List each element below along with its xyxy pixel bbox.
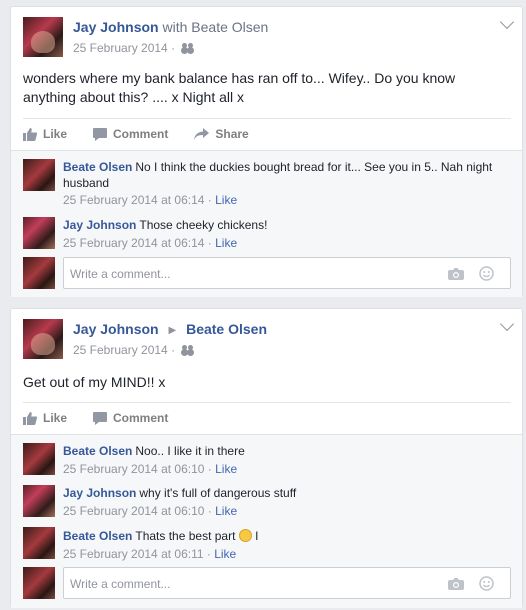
post-text: Get out of my MIND!! x <box>23 374 166 390</box>
comment-label: Comment <box>113 411 169 425</box>
comment-time-link[interactable]: 25 February 2014 at 06:14 · <box>63 193 212 207</box>
write-comment-row: Write a comment... <box>23 257 523 289</box>
comment-item: Beate Olsen Thats the best part I 25 Febr… <box>23 527 503 561</box>
post-header: Jay Johnson with Beate Olsen 25 February… <box>23 17 513 59</box>
camera-icon[interactable] <box>448 267 464 280</box>
smiley-icon[interactable] <box>479 266 494 281</box>
comment-text: why it's full of dangerous stuff <box>139 486 297 500</box>
post-date-link[interactable]: 25 February 2014 · <box>73 343 175 357</box>
like-label: Like <box>43 127 68 141</box>
author-name-link[interactable]: Jay Johnson <box>73 19 159 35</box>
share-button[interactable]: Share <box>194 119 249 149</box>
write-comment-row: Write a comment... <box>23 567 523 599</box>
comment-time-link[interactable]: 25 February 2014 at 06:10 · <box>63 504 212 518</box>
comment-body: Beate Olsen No I think the duckies bought… <box>63 159 503 208</box>
avatar[interactable] <box>23 217 55 249</box>
share-icon <box>194 128 210 140</box>
tagged-name-link[interactable]: Beate Olsen <box>191 19 268 35</box>
author-line: Jay Johnson with Beate Olsen <box>73 19 268 35</box>
comment-text: Thats the best part <box>135 529 236 543</box>
post-card: Jay Johnson ▶ Beate Olsen 25 February 20… <box>10 308 523 608</box>
like-label: Like <box>43 411 68 425</box>
avatar[interactable] <box>23 443 55 475</box>
comment-meta: 25 February 2014 at 06:10 · Like <box>63 503 503 519</box>
comment-button[interactable]: Comment <box>93 119 168 149</box>
comment-meta: 25 February 2014 at 06:10 · Like <box>63 461 503 477</box>
avatar <box>23 567 55 599</box>
post-options-button[interactable] <box>496 13 518 35</box>
post-header: Jay Johnson ▶ Beate Olsen 25 February 20… <box>23 319 513 361</box>
post-meta: 25 February 2014 · <box>73 343 194 357</box>
comment-item: Beate Olsen Noo.. I like it in there 25 F… <box>23 443 503 477</box>
comments-section: Beate Olsen No I think the duckies bought… <box>11 150 522 297</box>
comment-icon <box>93 411 108 425</box>
comment-text: Noo.. I like it in there <box>135 444 245 458</box>
comment-like-link[interactable]: Like <box>215 462 237 476</box>
avatar[interactable] <box>23 319 63 359</box>
thumb-up-icon <box>23 127 37 141</box>
write-comment-placeholder: Write a comment... <box>70 267 171 281</box>
with-word: with <box>162 19 188 35</box>
comment-time-link[interactable]: 25 February 2014 at 06:11 · <box>63 547 211 561</box>
comment-meta: 25 February 2014 at 06:11 · Like <box>63 546 503 562</box>
like-button[interactable]: Like <box>23 119 67 149</box>
comment-author-link[interactable]: Beate Olsen <box>63 444 132 458</box>
avatar[interactable] <box>23 17 63 57</box>
comment-author-link[interactable]: Jay Johnson <box>63 218 136 232</box>
smiley-icon[interactable] <box>479 576 494 591</box>
comment-time-link[interactable]: 25 February 2014 at 06:14 · <box>63 236 212 250</box>
avatar[interactable] <box>23 485 55 517</box>
post-meta: 25 February 2014 · <box>73 41 194 55</box>
avatar <box>23 257 55 289</box>
post-options-button[interactable] <box>496 315 518 337</box>
friends-icon[interactable] <box>182 345 194 355</box>
comment-meta: 25 February 2014 at 06:14 · Like <box>63 235 503 251</box>
comment-body: Jay Johnson Those cheeky chickens! 25 Feb… <box>63 217 503 251</box>
comment-time-link[interactable]: 25 February 2014 at 06:10 · <box>63 462 212 476</box>
like-button[interactable]: Like <box>23 403 67 433</box>
chevron-down-icon <box>499 316 515 332</box>
target-name-link[interactable]: Beate Olsen <box>186 321 267 337</box>
play-arrow-icon: ▶ <box>168 325 177 336</box>
comment-body: Beate Olsen Thats the best part I 25 Febr… <box>63 527 503 562</box>
emoji-icon <box>238 529 252 542</box>
post-card: Jay Johnson with Beate Olsen 25 February… <box>10 6 523 297</box>
comment-label: Comment <box>113 127 169 141</box>
comment-like-link[interactable]: Like <box>215 193 237 207</box>
comment-icon <box>93 127 108 141</box>
thumb-up-icon <box>23 411 37 425</box>
comment-text: Those cheeky chickens! <box>139 218 268 232</box>
share-label: Share <box>215 127 249 141</box>
comment-item: Jay Johnson why it's full of dangerous st… <box>23 485 503 519</box>
post-text: wonders where my bank balance has ran of… <box>23 70 456 105</box>
comments-section: Beate Olsen Noo.. I like it in there 25 F… <box>11 434 522 608</box>
write-comment-input[interactable]: Write a comment... <box>63 567 511 599</box>
action-bar: Like Comment Share <box>23 119 275 149</box>
comment-button[interactable]: Comment <box>93 403 168 433</box>
comment-item: Beate Olsen No I think the duckies bought… <box>23 159 503 208</box>
camera-icon[interactable] <box>448 577 464 590</box>
comment-author-link[interactable]: Beate Olsen <box>63 529 132 543</box>
post-date-link[interactable]: 25 February 2014 · <box>73 41 175 55</box>
comment-item: Jay Johnson Those cheeky chickens! 25 Feb… <box>23 217 503 251</box>
author-name-link[interactable]: Jay Johnson <box>73 321 159 337</box>
author-line: Jay Johnson ▶ Beate Olsen <box>73 321 267 337</box>
action-bar: Like Comment <box>23 403 194 433</box>
comment-author-link[interactable]: Beate Olsen <box>63 160 132 174</box>
avatar[interactable] <box>23 527 55 559</box>
comment-body: Jay Johnson why it's full of dangerous st… <box>63 485 503 519</box>
write-comment-input[interactable]: Write a comment... <box>63 257 511 289</box>
comment-like-link[interactable]: Like <box>215 236 237 250</box>
comment-text-after-emoji: I <box>255 529 259 543</box>
avatar[interactable] <box>23 159 55 191</box>
comment-like-link[interactable]: Like <box>215 504 237 518</box>
comment-author-link[interactable]: Jay Johnson <box>63 486 136 500</box>
comment-body: Beate Olsen Noo.. I like it in there 25 F… <box>63 443 503 477</box>
friends-icon[interactable] <box>182 43 194 53</box>
comment-like-link[interactable]: Like <box>214 547 236 561</box>
comment-meta: 25 February 2014 at 06:14 · Like <box>63 192 503 208</box>
chevron-down-icon <box>499 14 515 30</box>
write-comment-placeholder: Write a comment... <box>70 577 171 591</box>
